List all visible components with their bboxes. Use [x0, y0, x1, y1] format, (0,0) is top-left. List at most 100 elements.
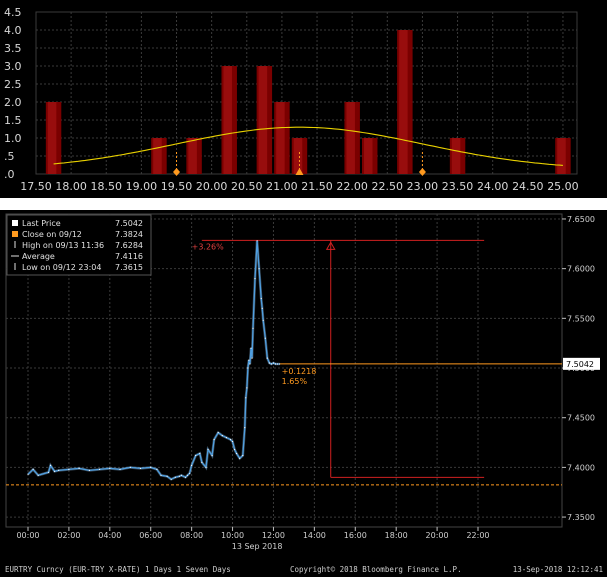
price-point [27, 473, 29, 475]
histogram-bar-highlight [223, 66, 232, 174]
price-point [246, 387, 248, 389]
price-point [256, 240, 258, 242]
y-tick-label: 1.5 [4, 114, 22, 127]
x-tick-label: 19.00 [126, 180, 158, 193]
price-point [189, 472, 191, 474]
legend-value: 7.6284 [115, 241, 143, 250]
y-tick-label: .5 [4, 150, 15, 163]
x-tick-label: 02:00 [57, 531, 80, 540]
price-point [236, 452, 238, 455]
price-point [221, 435, 223, 437]
price-point [156, 468, 158, 470]
price-point [258, 268, 260, 270]
x-tick-label: 19.50 [161, 180, 193, 193]
price-point [54, 470, 56, 472]
x-tick-label: 24.50 [512, 180, 544, 193]
histogram-bar-highlight [276, 102, 285, 174]
legend-value: 7.3615 [115, 263, 143, 272]
price-point [245, 397, 247, 399]
change-abs-label: +0.1218 [282, 367, 317, 376]
x-tick-label: 17.50 [20, 180, 52, 193]
price-point [78, 467, 80, 469]
y-tick-label: 1.0 [4, 132, 22, 145]
price-point [174, 476, 176, 478]
price-point [217, 432, 219, 434]
price-point [119, 468, 121, 470]
y-tick-label: 4.5 [4, 6, 22, 19]
price-point [205, 466, 207, 468]
price-point [276, 363, 279, 365]
price-point [109, 467, 111, 469]
x-tick-label: 18.50 [91, 180, 123, 193]
price-point [180, 474, 182, 476]
x-tick-label: 14:00 [303, 531, 326, 540]
y-tick-label: 4.0 [4, 24, 22, 37]
legend-label: Average [22, 252, 55, 261]
price-point [234, 448, 236, 451]
x-tick-label: 18.00 [55, 180, 87, 193]
y-tick-label: 7.5500 [567, 314, 595, 323]
x-tick-label: 04:00 [98, 531, 121, 540]
orange-square-icon [12, 231, 18, 237]
price-point [260, 297, 262, 300]
footer-security-label: EURTRY Curncy (EUR-TRY X-RATE) 1 Days 1 … [5, 565, 231, 574]
sigma-marker-icon [418, 168, 426, 176]
x-tick-label: 20.00 [196, 180, 228, 193]
price-point [99, 468, 101, 470]
intraday-price-chart: +3.26% +0.12181.65% 7.3500 7.4000 7.4500 7.5… [5, 213, 603, 574]
price-point [170, 478, 172, 480]
histogram-bar-highlight [188, 138, 197, 174]
x-tick-label: 24.00 [477, 180, 509, 193]
y-tick-label: 3.0 [4, 60, 22, 73]
histogram-bar-highlight [153, 138, 162, 174]
x-tick-label: 20.50 [231, 180, 263, 193]
distribution-histogram: .0 .5 1.0 1.5 2.0 2.5 3.0 3.5 4.0 4.5 17.50 18.00 1… [4, 6, 579, 193]
price-point [195, 454, 197, 457]
footer-timestamp: 13-Sep-2018 12:12:41 [513, 565, 603, 574]
price-point [250, 347, 252, 349]
price-point [244, 427, 246, 429]
x-tick-label: 18:00 [385, 531, 408, 540]
price-point [129, 466, 131, 468]
price-point [249, 363, 251, 365]
x-tick-label: 12:00 [262, 531, 285, 540]
price-point [247, 367, 249, 369]
high-change-pct: +3.26% [192, 242, 225, 251]
price-point [207, 448, 209, 451]
x-tick-label: 16:00 [344, 531, 367, 540]
price-point [211, 454, 213, 457]
distribution-histogram-panel: .0 .5 1.0 1.5 2.0 2.5 3.0 3.5 4.0 4.5 17.50 18.00 1… [0, 0, 607, 198]
histogram-bar-highlight [258, 66, 268, 174]
y-tick-label: .0 [4, 168, 15, 181]
x-tick-label: 00:00 [16, 531, 39, 540]
x-tick-label: 21.00 [266, 180, 298, 193]
price-point [32, 468, 34, 470]
legend-value: 7.3824 [115, 230, 143, 239]
x-date-label: 13 Sep 2018 [232, 542, 283, 551]
price-point [239, 457, 241, 459]
x-tick-label: 22:00 [466, 531, 489, 540]
y-tick-label: 3.5 [4, 42, 22, 55]
price-point [186, 474, 189, 476]
price-point [47, 471, 50, 473]
price-point [68, 468, 70, 470]
x-tick-label: 06:00 [139, 531, 162, 540]
histogram-bar-highlight [399, 30, 408, 174]
price-point [251, 357, 253, 359]
legend-label: Close on 09/12 [22, 230, 82, 239]
x-tick-label: 20:00 [426, 531, 449, 540]
price-point [37, 474, 39, 476]
price-point [225, 437, 227, 439]
x-tick-label: 22.00 [336, 180, 368, 193]
price-point [252, 327, 254, 329]
price-point [184, 476, 187, 478]
x-tick-label: 08:00 [180, 531, 203, 540]
price-point [191, 464, 193, 466]
price-point [264, 337, 266, 339]
histogram-bar-highlight [451, 138, 461, 174]
x-tick-label: 25.00 [547, 180, 579, 193]
change-pct-label: 1.65% [282, 377, 308, 386]
x-tick-label: 21.50 [301, 180, 333, 193]
x-tick-label: 23.50 [442, 180, 474, 193]
price-point [248, 359, 250, 361]
